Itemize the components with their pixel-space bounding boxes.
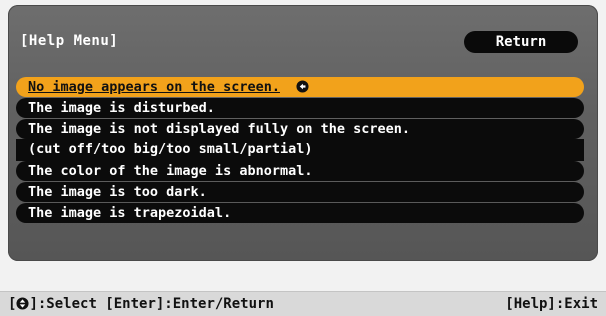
help-menu-panel: [Help Menu] Return No image appears on t…	[8, 5, 598, 261]
menu-item-trapezoidal[interactable]: The image is trapezoidal.	[16, 203, 584, 223]
up-down-arrow-icon	[16, 297, 29, 310]
menu-item-label: The image is not displayed fully on the …	[28, 121, 411, 137]
menu-item-label: No image appears on the screen.	[28, 79, 280, 95]
menu-item-label: The image is trapezoidal.	[28, 205, 232, 221]
menu-item-not-displayed-fully[interactable]: The image is not displayed fully on the …	[16, 119, 584, 139]
help-menu-list: No image appears on the screen. The imag…	[16, 77, 584, 224]
status-select-hint: [ ]:Select [Enter]:Enter/Return	[8, 296, 274, 312]
menu-item-label: (cut off/too big/too small/partial)	[28, 141, 313, 157]
menu-item-no-image[interactable]: No image appears on the screen.	[16, 77, 584, 97]
enter-arrow-icon	[296, 80, 309, 93]
menu-item-not-displayed-fully-detail: (cut off/too big/too small/partial)	[16, 139, 584, 161]
status-exit-hint: [Help]:Exit	[505, 296, 598, 312]
help-menu-title: [Help Menu]	[20, 33, 119, 49]
select-enter-hint: ]:Select [Enter]:Enter/Return	[29, 296, 274, 312]
menu-item-disturbed[interactable]: The image is disturbed.	[16, 98, 584, 118]
menu-item-label: The color of the image is abnormal.	[28, 163, 313, 179]
menu-item-too-dark[interactable]: The image is too dark.	[16, 182, 584, 202]
return-button[interactable]: Return	[464, 31, 578, 53]
menu-item-label: The image is disturbed.	[28, 100, 215, 116]
menu-item-label: The image is too dark.	[28, 184, 207, 200]
status-bar: [ ]:Select [Enter]:Enter/Return [Help]:E…	[0, 291, 606, 316]
menu-item-color-abnormal[interactable]: The color of the image is abnormal.	[16, 161, 584, 181]
select-prefix: [	[8, 296, 17, 312]
